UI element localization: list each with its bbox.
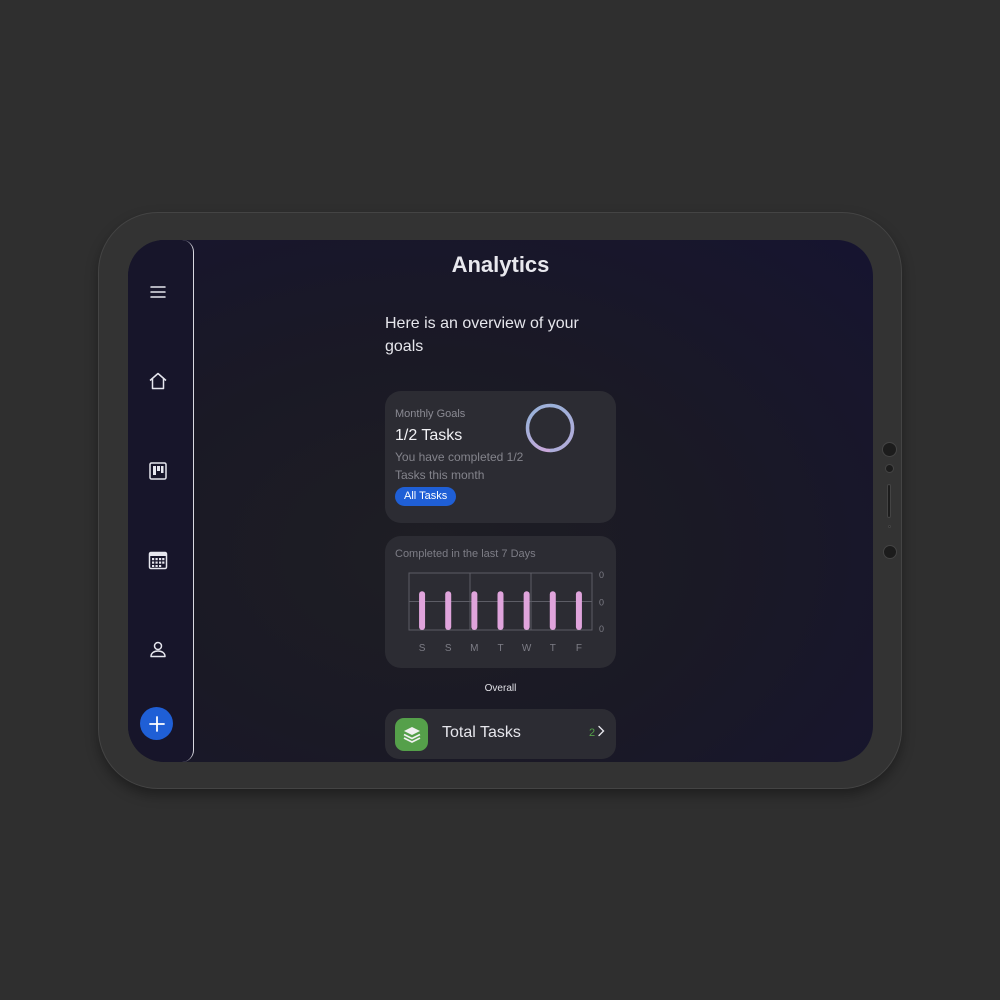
- microphone-dot: [888, 525, 891, 528]
- sidebar: [128, 240, 194, 762]
- camera-lens-secondary: [883, 545, 897, 559]
- monthly-goals-label: Monthly Goals: [395, 408, 466, 420]
- bar: [575, 591, 582, 630]
- y-tick-label: 0: [599, 598, 604, 608]
- total-tasks-card[interactable]: Total Tasks 2: [385, 709, 616, 759]
- plus-icon: [148, 715, 165, 732]
- x-tick-label: M: [470, 643, 478, 654]
- kanban-board-icon[interactable]: [147, 460, 169, 482]
- calendar-icon[interactable]: [147, 549, 169, 571]
- chevron-right-icon: [598, 725, 605, 737]
- bar: [497, 591, 504, 630]
- app-screen: Analytics Here is an overview of your go…: [128, 240, 873, 762]
- layers-icon: [395, 718, 428, 751]
- hamburger-menu-icon[interactable]: [147, 281, 169, 303]
- total-tasks-label: Total Tasks: [442, 724, 521, 741]
- x-tick-label: F: [576, 643, 582, 654]
- monthly-goals-description: You have completed 1/2 Tasks this month: [395, 450, 524, 482]
- chart-title: Completed in the last 7 Days: [395, 548, 536, 560]
- bar: [471, 591, 478, 630]
- weekly-chart-card: S S M T W T F 0 0 0 Completed in the last 7 Days: [385, 536, 616, 668]
- monthly-goals-card: Monthly Goals 1/2 Tasks You have complet…: [385, 391, 616, 523]
- home-icon[interactable]: [147, 370, 169, 392]
- intro-text: Here is an overview of your goals: [385, 315, 579, 355]
- x-tick-label: T: [497, 643, 503, 654]
- bar: [549, 591, 556, 630]
- y-tick-label: 0: [599, 570, 604, 580]
- progress-ring: [525, 403, 575, 453]
- total-tasks-count: 2: [589, 727, 596, 739]
- sensor: [885, 464, 894, 473]
- x-tick-label: S: [419, 643, 426, 654]
- page-title: Analytics: [451, 252, 550, 277]
- x-tick-label: T: [550, 643, 556, 654]
- add-task-button[interactable]: [140, 707, 173, 740]
- user-icon[interactable]: [147, 638, 169, 660]
- monthly-goals-value: 1/2 Tasks: [395, 427, 463, 444]
- y-tick-label: 0: [599, 624, 604, 634]
- camera-lens: [882, 442, 897, 457]
- x-tick-label: W: [522, 643, 532, 654]
- side-button: [887, 484, 891, 518]
- bar: [419, 591, 426, 630]
- all-tasks-button[interactable]: All Tasks: [395, 487, 457, 506]
- bar: [523, 591, 530, 630]
- bar: [445, 591, 452, 630]
- overall-heading: Overall: [484, 683, 517, 694]
- x-tick-label: S: [445, 643, 452, 654]
